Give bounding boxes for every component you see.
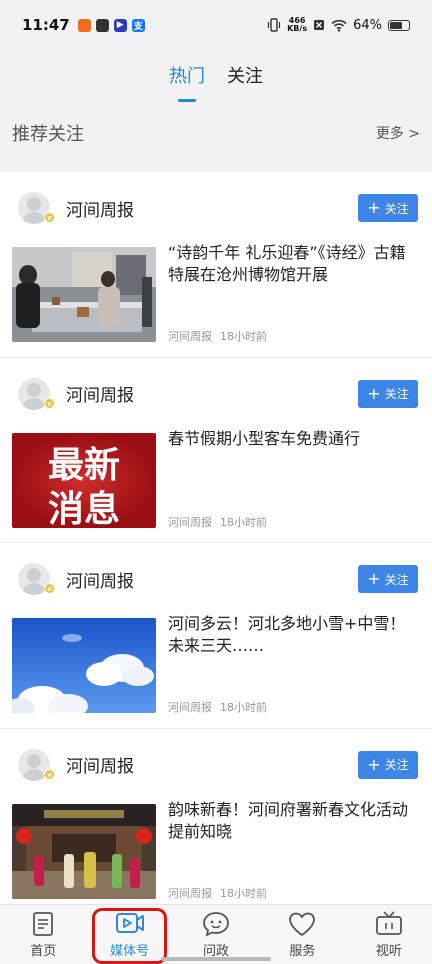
nav-audiovisual[interactable]: 视听: [346, 905, 432, 964]
status-bar: 11:47 ▶ 支 466 KB/s 64%: [0, 0, 432, 50]
document-icon: [33, 912, 54, 936]
source-name: 河间周报: [168, 515, 212, 529]
follow-button[interactable]: + 关注: [358, 379, 418, 408]
follow-button[interactable]: + 关注: [358, 194, 418, 222]
nav-service[interactable]: 服务: [259, 905, 345, 964]
headline[interactable]: 春节假期小型客车免费通行: [168, 428, 420, 450]
tab-following[interactable]: 关注: [227, 50, 263, 108]
post-meta: 河间周报 18小时前: [168, 328, 267, 344]
net-speed-unit: KB/s: [287, 24, 308, 33]
card-header: v 河间周报 + 关注: [18, 376, 418, 412]
post-meta: 河间周报 18小时前: [168, 514, 267, 530]
nav-label: 视听: [375, 944, 402, 959]
new-year-performance-photo[interactable]: [12, 803, 156, 899]
vibrate-icon: [268, 18, 281, 32]
feed-card[interactable]: v 河间周报 + 关注 河间多云！河北多地小雪+中雪！未来三天…… 河间周报 18小…: [0, 543, 432, 729]
card-header: v 河间周报 + 关注: [18, 747, 418, 783]
home-indicator[interactable]: [161, 957, 271, 961]
verified-badge-icon: v: [44, 212, 55, 223]
media-feed: v 河间周报 + 关注 “诗韵千年 礼乐迎春”《诗经》古籍特展在沧州博物馆开展 河…: [0, 172, 432, 904]
net-speed: 466 KB/s: [287, 17, 307, 33]
app-icon-orange: [77, 18, 91, 32]
verified-badge-icon: v: [44, 397, 55, 409]
source-name: 河间周报: [168, 330, 212, 343]
app-icon-dark: [95, 18, 109, 32]
post-time: 18小时前: [220, 330, 267, 343]
post-time: 18小时前: [220, 886, 267, 900]
feed-card[interactable]: v 河间周报 + 关注 韵味新春！河间府署新春文化活动提前知晓 河间周报 18小时前: [0, 729, 432, 905]
source-name: 河间周报: [168, 701, 212, 714]
app-icon-blue-play: ▶: [113, 18, 127, 32]
latest-news-banner[interactable]: 最新 消息: [12, 432, 156, 528]
plus-icon: +: [367, 198, 381, 217]
follow-label: 关注: [384, 201, 409, 216]
author-name[interactable]: 河间周报: [66, 381, 134, 406]
follow-button[interactable]: + 关注: [358, 750, 418, 779]
author-name[interactable]: 河间周报: [66, 752, 134, 777]
author-name[interactable]: 河间周报: [66, 567, 134, 592]
follow-label: 关注: [384, 758, 409, 772]
source-name: 河间周报: [168, 886, 212, 900]
more-link[interactable]: 更多 >: [376, 123, 420, 143]
top-tabs: 热门 关注: [0, 50, 432, 108]
bottom-nav: 首页 媒体号 问政 服务 视听: [0, 904, 432, 964]
plus-icon: +: [367, 754, 381, 774]
heart-icon: [289, 912, 316, 936]
banner-line-2: 消息: [48, 489, 120, 528]
no-sim-icon: [314, 20, 325, 30]
highlight-box: [92, 908, 167, 964]
plus-icon: +: [367, 383, 381, 403]
blue-sky-clouds-photo[interactable]: [12, 618, 156, 713]
follow-label: 关注: [384, 387, 409, 401]
headline[interactable]: 河间多云！河北多地小雪+中雪！未来三天……: [168, 613, 420, 657]
verified-badge-icon: v: [44, 583, 55, 594]
post-time: 18小时前: [220, 701, 267, 714]
headline[interactable]: “诗韵千年 礼乐迎春”《诗经》古籍特展在沧州博物馆开展: [168, 242, 420, 286]
plus-icon: +: [367, 569, 381, 588]
author-name[interactable]: 河间周报: [66, 196, 134, 221]
nav-inquiry[interactable]: 问政: [173, 905, 259, 964]
follow-button[interactable]: + 关注: [358, 565, 418, 593]
post-meta: 河间周报 18小时前: [168, 885, 267, 901]
museum-exhibition-photo[interactable]: [12, 247, 156, 342]
card-header: v 河间周报 + 关注: [18, 561, 418, 597]
tab-hot[interactable]: 热门: [169, 50, 205, 108]
headline[interactable]: 韵味新春！河间府署新春文化活动提前知晓: [168, 799, 420, 843]
battery-percent: 64%: [353, 17, 382, 33]
post-time: 18小时前: [220, 515, 267, 529]
wifi-icon: [331, 19, 347, 32]
recommend-header: 推荐关注 更多 >: [0, 108, 432, 158]
banner-line-1: 最新: [48, 445, 120, 486]
recommend-title: 推荐关注: [12, 124, 84, 145]
follow-label: 关注: [384, 572, 409, 587]
chat-bubble-icon: [203, 912, 229, 937]
feed-card[interactable]: v 河间周报 + 关注 “诗韵千年 礼乐迎春”《诗经》古籍特展在沧州博物馆开展 河…: [0, 172, 432, 358]
verified-badge-icon: v: [44, 768, 55, 780]
app-icon-blue-alipay: 支: [131, 18, 145, 32]
nav-label: 首页: [30, 944, 57, 959]
tv-icon: [375, 911, 402, 935]
feed-card[interactable]: v 河间周报 + 关注 最新 消息 春节假期小型客车免费通行 河间周报 18小时前: [0, 358, 432, 543]
clock: 11:47: [22, 16, 70, 34]
battery-icon: [388, 19, 410, 31]
card-header: v 河间周报 + 关注: [18, 190, 418, 226]
post-meta: 河间周报 18小时前: [168, 699, 267, 715]
nav-home[interactable]: 首页: [0, 905, 86, 964]
nav-label: 服务: [289, 944, 316, 959]
